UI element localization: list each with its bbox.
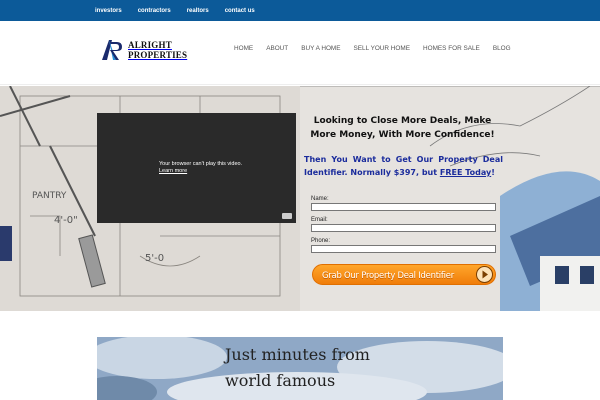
top-nav: investors contractors realtors contact u… [95, 0, 271, 21]
hero-headline: Looking to Close More Deals, Make More M… [310, 116, 495, 140]
name-label: Name: [311, 196, 329, 202]
email-field[interactable] [311, 224, 496, 232]
site-header: ALRIGHT PROPERTIES HOME ABOUT BUY A HOME… [0, 21, 600, 85]
nav-blog[interactable]: BLOG [493, 45, 511, 52]
video-learn-more-link[interactable]: Learn more [159, 168, 242, 175]
page: investors contractors realtors contact u… [0, 0, 600, 400]
nav-homes-for-sale[interactable]: HOMES FOR SALE [423, 45, 480, 52]
svg-text:4'-0": 4'-0" [54, 215, 78, 226]
main-nav: HOME ABOUT BUY A HOME SELL YOUR HOME HOM… [234, 45, 524, 52]
cta-label: Grab Our Property Deal Identifier [322, 269, 455, 280]
nav-sell-your-home[interactable]: SELL YOUR HOME [354, 45, 410, 52]
logo-mark-icon [100, 38, 124, 62]
email-label: Email: [311, 217, 328, 223]
nav-about[interactable]: ABOUT [266, 45, 288, 52]
svg-text:PANTRY: PANTRY [32, 191, 67, 201]
play-arrow-icon [476, 266, 493, 283]
video-error-message: Your browser can't play this video. Lear… [159, 161, 242, 175]
top-nav-contractors[interactable]: contractors [138, 8, 171, 14]
nav-home[interactable]: HOME [234, 45, 253, 52]
phone-label: Phone: [311, 238, 331, 244]
top-nav-investors[interactable]: investors [95, 8, 122, 14]
top-bar: investors contractors realtors contact u… [0, 0, 600, 21]
nav-buy-a-home[interactable]: BUY A HOME [301, 45, 340, 52]
svg-text:5'-0: 5'-0 [145, 253, 164, 264]
youtube-logo-icon[interactable] [282, 213, 292, 219]
lead-form: Name: Email: Phone: [311, 196, 496, 259]
subhead-end-text: ! [491, 168, 495, 177]
video-error-text: Your browser can't play this video. [159, 161, 243, 167]
video-player[interactable]: Your browser can't play this video. Lear… [97, 113, 296, 223]
top-nav-realtors[interactable]: realtors [187, 8, 209, 14]
subhead-free-text: FREE Today [439, 168, 492, 177]
promo-line-2: world famous [225, 371, 336, 390]
name-field[interactable] [311, 203, 496, 211]
promo-line-1: Just minutes from [225, 345, 370, 364]
site-logo[interactable]: ALRIGHT PROPERTIES [100, 36, 200, 64]
logo-text: ALRIGHT PROPERTIES [128, 40, 187, 60]
logo-line-2: PROPERTIES [128, 50, 188, 60]
logo-line-1: ALRIGHT [128, 40, 172, 50]
top-nav-contact-us[interactable]: contact us [225, 8, 255, 14]
phone-field[interactable] [311, 245, 496, 253]
grab-deal-identifier-button[interactable]: Grab Our Property Deal Identifier [312, 264, 496, 285]
promo-text: Just minutes from world famous [225, 342, 370, 394]
hero-subhead: Then You Want to Get Our Property Deal I… [304, 153, 503, 179]
promo-image: Just minutes from world famous [97, 337, 503, 400]
